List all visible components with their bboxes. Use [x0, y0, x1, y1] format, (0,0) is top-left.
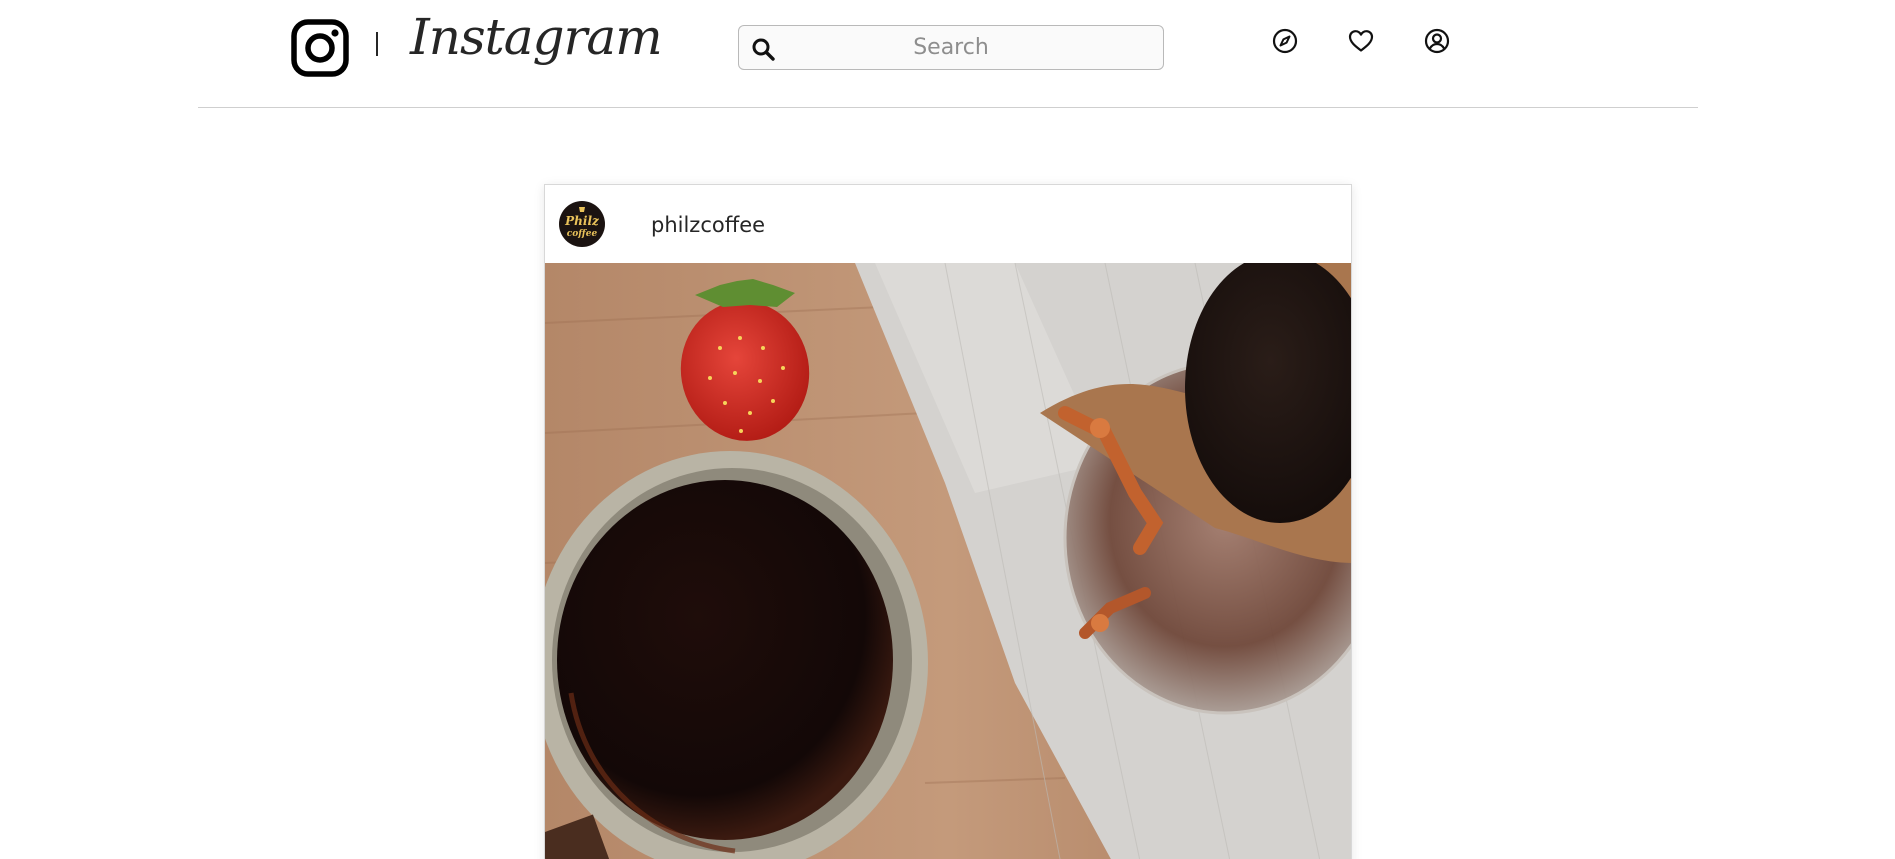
feed-post: Philz coffee philzcoffee: [544, 184, 1352, 859]
post-username[interactable]: philzcoffee: [651, 213, 765, 237]
top-nav-bar: Instagram: [198, 0, 1698, 108]
heart-icon[interactable]: [1346, 26, 1376, 56]
instagram-logo-icon[interactable]: [290, 18, 350, 78]
logo-divider: [376, 32, 378, 56]
svg-text:coffee: coffee: [567, 229, 598, 239]
instagram-wordmark[interactable]: Instagram: [410, 8, 663, 66]
post-header: Philz coffee philzcoffee: [545, 185, 1351, 263]
compass-icon[interactable]: [1270, 26, 1300, 56]
svg-text:Philz: Philz: [564, 214, 600, 228]
user-circle-icon[interactable]: [1422, 26, 1452, 56]
avatar[interactable]: Philz coffee: [559, 201, 605, 247]
search-input[interactable]: [739, 26, 1163, 69]
search-box[interactable]: [738, 25, 1164, 70]
post-image[interactable]: [545, 263, 1351, 859]
philz-logo-icon: Philz coffee: [564, 207, 600, 239]
